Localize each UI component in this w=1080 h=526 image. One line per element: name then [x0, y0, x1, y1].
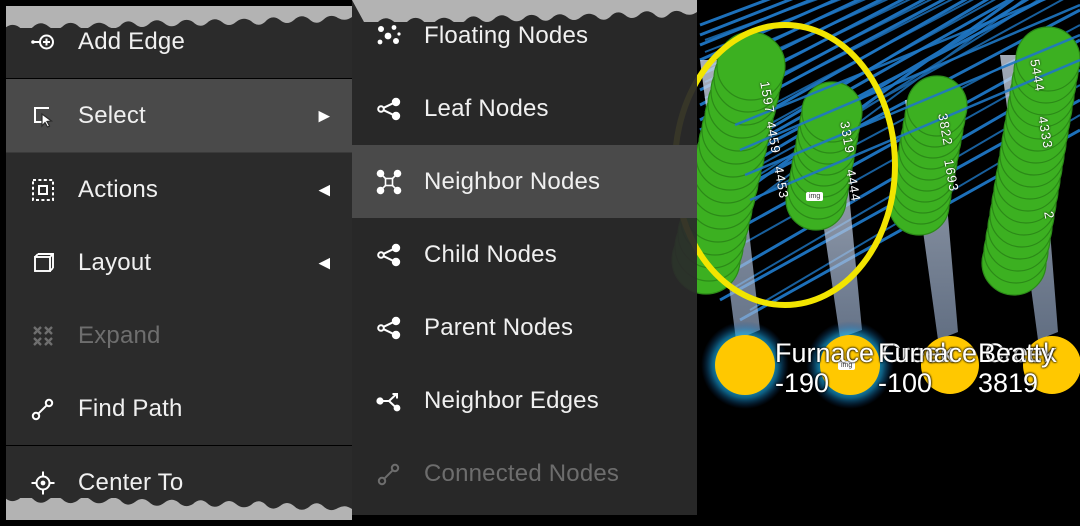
chevron-left-icon: ◀: [318, 181, 330, 198]
menu-item-actions[interactable]: Actions ◀: [6, 153, 352, 226]
share-nodes-icon: [374, 94, 404, 124]
submenu-item-label: Floating Nodes: [424, 22, 589, 49]
menu-item-layout[interactable]: Layout ◀: [6, 226, 352, 299]
submenu-item-parent-nodes[interactable]: Parent Nodes: [352, 291, 697, 364]
node-value: -100: [878, 368, 933, 398]
find-path-icon: [28, 394, 58, 424]
chevron-right-icon: ▶: [318, 107, 330, 124]
menu-item-find-path[interactable]: Find Path: [6, 372, 352, 445]
menu-item-center-to[interactable]: Center To: [6, 446, 352, 519]
submenu-item-connected-nodes: Connected Nodes: [352, 437, 697, 510]
menu-item-label: Layout: [78, 248, 152, 276]
chevron-left-icon: ◀: [318, 254, 330, 271]
submenu-item-child-nodes[interactable]: Child Nodes: [352, 218, 697, 291]
menu-item-expand: Expand: [6, 299, 352, 372]
node-value: -190: [775, 368, 830, 398]
menu-item-add-edge[interactable]: Add Edge: [6, 6, 352, 78]
add-edge-icon: [28, 27, 58, 57]
menu-item-label: Find Path: [78, 394, 183, 422]
menu-item-label: Expand: [78, 321, 161, 349]
submenu-item-neighbor-edges[interactable]: Neighbor Edges: [352, 364, 697, 437]
node-thumbnail-chip: img: [806, 192, 824, 201]
connected-nodes-icon: [374, 459, 404, 489]
submenu-item-label: Connected Nodes: [424, 459, 620, 487]
app-root: 1597 4459 4453 3319 4444 3822 1693 5444 …: [0, 0, 1080, 526]
menu-item-label: Add Edge: [78, 28, 186, 55]
center-to-icon: [28, 468, 58, 498]
menu-item-label: Center To: [78, 468, 184, 496]
submenu-item-label: Neighbor Edges: [424, 386, 599, 414]
submenu-item-label: Parent Nodes: [424, 313, 574, 341]
submenu-item-label: Leaf Nodes: [424, 94, 549, 122]
layout-icon: [28, 248, 58, 278]
submenu-item-label: Neighbor Nodes: [424, 167, 601, 195]
share-nodes-icon: [374, 240, 404, 270]
menu-item-select[interactable]: Select ▶: [6, 79, 352, 152]
neighbor-nodes-icon: [374, 167, 404, 197]
floating-nodes-icon: [374, 21, 404, 51]
node-label: Beatty: [978, 338, 1055, 368]
select-icon: [28, 101, 58, 131]
node-value: 3819: [978, 368, 1039, 398]
share-nodes-icon: [374, 313, 404, 343]
submenu-item-leaf-nodes[interactable]: Leaf Nodes: [352, 72, 697, 145]
menu-item-label: Actions: [78, 175, 159, 203]
submenu-item-neighbor-nodes[interactable]: Neighbor Nodes: [352, 145, 697, 218]
submenu-item-label: Child Nodes: [424, 240, 557, 268]
submenu-item-floating-nodes[interactable]: Floating Nodes: [352, 0, 697, 72]
actions-icon: [28, 175, 58, 205]
context-menu[interactable]: Add Edge Select ▶ Actions ◀ Layout ◀ Exp…: [6, 6, 352, 520]
menu-item-label: Select: [78, 101, 146, 129]
select-submenu[interactable]: Floating Nodes Leaf Nodes Neighbor Nodes…: [352, 0, 697, 515]
expand-icon: [28, 321, 58, 351]
neighbor-edges-icon: [374, 386, 404, 416]
